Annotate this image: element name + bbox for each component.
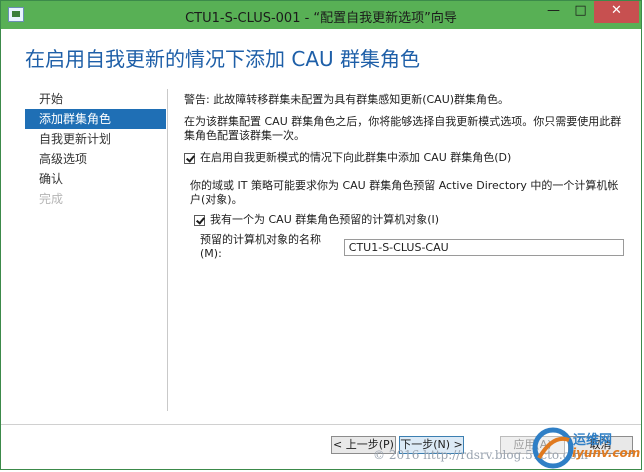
domain-policy-text: 你的域或 IT 策略可能要求你为 CAU 群集角色预留 Active Direc… <box>190 179 619 206</box>
close-button[interactable]: ✕ <box>594 1 639 23</box>
nav-divider <box>167 89 168 411</box>
computer-object-name-input[interactable] <box>343 238 624 256</box>
title-bar[interactable]: CTU1-S-CLUS-001 - “配置自我更新选项”向导 — □ ✕ <box>1 1 641 29</box>
warning-text: 警告: 此故障转移群集未配置为具有群集感知更新(CAU)群集角色。 <box>184 93 510 106</box>
enable-self-update-label[interactable]: 在启用自我更新模式的情况下向此群集中添加 CAU 群集角色(D) <box>200 151 511 165</box>
prestage-group: 你的域或 IT 策略可能要求你为 CAU 群集角色预留 Active Direc… <box>190 179 624 261</box>
prestaged-object-checkbox[interactable] <box>194 214 205 226</box>
computer-object-name-label: 预留的计算机对象的名称(M): <box>200 233 321 260</box>
prestaged-object-label[interactable]: 我有一个为 CAU 群集角色预留的计算机对象(I) <box>210 213 439 227</box>
nav-item-finish: 完成 <box>39 192 64 206</box>
enable-self-update-checkbox[interactable] <box>184 152 195 164</box>
prestaged-object-option[interactable]: 我有一个为 CAU 群集角色预留的计算机对象(I) <box>194 213 624 227</box>
nav-item-add-cluster-role[interactable]: 添加群集角色 <box>25 109 166 129</box>
wizard-steps-nav: 开始 添加群集角色 自我更新计划 高级选项 确认 完成 <box>25 89 166 209</box>
iyunv-logo-icon <box>532 427 574 469</box>
nav-item-advanced-options[interactable]: 高级选项 <box>25 149 166 169</box>
nav-item-start[interactable]: 开始 <box>25 89 166 109</box>
page-title: 在启用自我更新的情况下添加 CAU 群集角色 <box>25 47 420 71</box>
enable-self-update-option[interactable]: 在启用自我更新模式的情况下向此群集中添加 CAU 群集角色(D) <box>184 151 624 165</box>
content-pane: 警告: 此故障转移群集未配置为具有群集感知更新(CAU)群集角色。 在为该群集配… <box>184 93 624 261</box>
nav-item-confirm[interactable]: 确认 <box>25 169 166 189</box>
info-text: 在为该群集配置 CAU 群集角色之后，你将能够选择自我更新模式选项。你只需要使用… <box>184 115 622 142</box>
nav-item-self-update-schedule[interactable]: 自我更新计划 <box>25 129 166 149</box>
logo-subtext: iyunv.com <box>572 446 641 460</box>
computer-object-name-row: 预留的计算机对象的名称(M): <box>200 233 624 261</box>
wizard-window: CTU1-S-CLUS-001 - “配置自我更新选项”向导 — □ ✕ 在启用… <box>0 0 642 470</box>
maximize-button[interactable]: □ <box>567 1 594 23</box>
minimize-button[interactable]: — <box>540 1 567 23</box>
